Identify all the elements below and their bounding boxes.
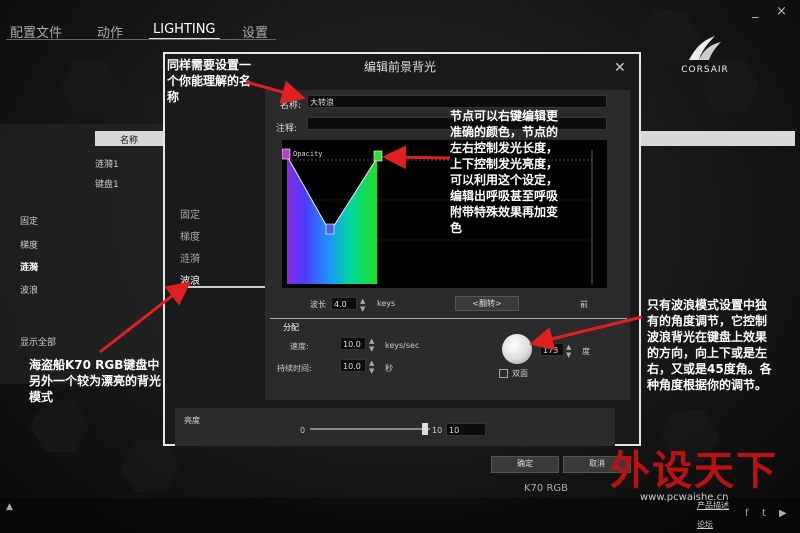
annotation-arrows: [99, 80, 643, 354]
